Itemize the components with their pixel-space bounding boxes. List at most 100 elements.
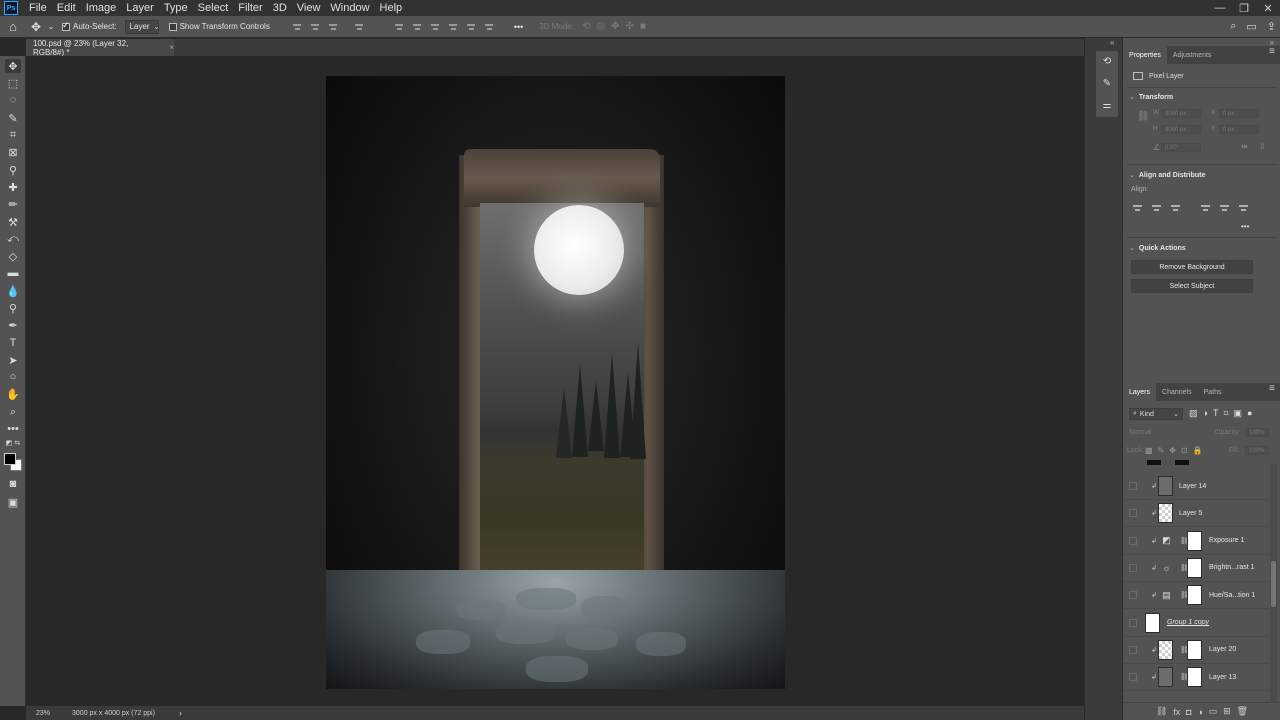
pan-3d-icon[interactable]: ✥ [611, 21, 619, 32]
document-tab[interactable]: 100.psd @ 23% (Layer 32, RGB/8#) * × [26, 39, 174, 57]
clone-stamp-tool-icon[interactable]: ⚒ [5, 215, 21, 229]
gradient-tool-icon[interactable]: ▬ [5, 266, 21, 280]
panel-menu-icon[interactable] [1269, 46, 1277, 59]
orbit-3d-icon[interactable]: ⟲ [582, 21, 590, 32]
slide-3d-icon[interactable]: ✣ [626, 21, 634, 32]
align-center-icon[interactable] [1152, 204, 1161, 213]
lasso-tool-icon[interactable]: ◌ [5, 93, 21, 107]
layer-name[interactable]: Hue/Sa...tion 1 [1209, 592, 1255, 599]
lock-position-icon[interactable]: ✥ [1169, 446, 1176, 455]
menu-image[interactable]: Image [81, 0, 122, 16]
move-tool-icon[interactable]: ✥ [5, 59, 21, 73]
visibility-toggle[interactable] [1129, 591, 1137, 600]
layer-mask-thumbnail[interactable] [1187, 639, 1202, 660]
zoom-tool-icon[interactable]: ⌕ [5, 405, 21, 419]
quick-actions-section-title[interactable]: Quick Actions [1129, 244, 1186, 252]
menu-window[interactable]: Window [325, 0, 374, 16]
eraser-tool-icon[interactable]: ◇ [5, 249, 21, 263]
lock-transparent-icon[interactable]: ▩ [1145, 446, 1153, 455]
path-selection-tool-icon[interactable]: ➤ [5, 353, 21, 367]
layer-style-icon[interactable]: fx [1173, 707, 1180, 717]
layer-name[interactable]: Layer 5 [1179, 510, 1202, 517]
align-right-icon[interactable] [1171, 204, 1180, 213]
angle-field[interactable]: 0.00° [1161, 143, 1201, 152]
remove-background-button[interactable]: Remove Background [1131, 260, 1253, 274]
more-align-options-icon[interactable]: ••• [1241, 222, 1249, 231]
filter-smart-object-icon[interactable]: ▣ [1234, 408, 1243, 419]
x-field[interactable]: 0 px [1219, 109, 1259, 118]
menu-filter[interactable]: Filter [233, 0, 267, 16]
menu-type[interactable]: Type [159, 0, 193, 16]
layer-row[interactable]: ↲ ⛓ Layer 13 [1123, 664, 1269, 692]
align-right-edges-icon[interactable] [328, 22, 338, 32]
show-transform-checkbox[interactable] [168, 22, 177, 31]
share-icon[interactable]: ⇪ [1267, 20, 1276, 33]
screen-mode-icon[interactable]: ▣ [5, 495, 21, 509]
select-subject-button[interactable]: Select Subject [1131, 279, 1253, 293]
delete-layer-icon[interactable]: 🗑 [1237, 706, 1248, 717]
scale-3d-icon[interactable]: ■ [640, 21, 646, 32]
layer-mask-thumbnail[interactable] [1187, 667, 1202, 688]
tab-channels[interactable]: Channels [1156, 383, 1198, 401]
tab-adjustments[interactable]: Adjustments [1167, 46, 1218, 64]
layer-filter-select[interactable]: ⌕ Kind ⌄ [1129, 408, 1183, 420]
layer-row[interactable]: Group 1 copy [1123, 610, 1269, 637]
menu-edit[interactable]: Edit [52, 0, 81, 16]
filter-adjustment-icon[interactable]: ◑ [1203, 408, 1208, 419]
layer-name[interactable]: Layer 14 [1179, 483, 1206, 490]
lock-image-icon[interactable]: ✎ [1158, 446, 1165, 455]
frame-tool-icon[interactable]: ⊠ [5, 145, 21, 159]
layer-mask-thumbnail[interactable] [1187, 530, 1202, 551]
layer-name[interactable]: Layer 13 [1209, 674, 1236, 681]
quick-selection-tool-icon[interactable]: ✎ [5, 111, 21, 125]
filter-pixel-icon[interactable]: ▨ [1189, 408, 1198, 419]
flip-horizontal-icon[interactable]: ⇹ [1241, 142, 1248, 151]
align-left-icon[interactable] [1133, 204, 1142, 213]
distribute-right-icon[interactable] [484, 22, 494, 32]
menu-help[interactable]: Help [375, 0, 408, 16]
workspace-icon[interactable]: ▭ [1246, 20, 1256, 33]
blur-tool-icon[interactable]: 💧 [5, 284, 21, 298]
auto-select-target-select[interactable]: Layer ⌄ [124, 19, 159, 34]
layer-name[interactable]: Brightn...rast 1 [1209, 564, 1255, 571]
new-group-icon[interactable]: ▭ [1209, 706, 1218, 717]
close-tab-icon[interactable]: × [169, 43, 174, 52]
brush-tool-icon[interactable]: ✏ [5, 197, 21, 211]
height-field[interactable]: 4000 px [1161, 125, 1201, 134]
menu-file[interactable]: File [24, 0, 52, 16]
align-middle-icon[interactable] [1220, 204, 1229, 213]
transform-section-title[interactable]: Transform [1129, 93, 1173, 101]
history-brush-tool-icon[interactable]: ⤺ [5, 232, 21, 246]
zoom-level[interactable]: 23% [36, 710, 50, 717]
link-layers-icon[interactable]: ⛓ [1156, 706, 1167, 717]
default-colors-icon[interactable]: ◩ ⇆ [5, 439, 21, 447]
new-layer-icon[interactable]: ⊞ [1223, 706, 1231, 717]
distribute-center-icon[interactable] [466, 22, 476, 32]
layer-row[interactable]: ↲ ◩ ⛓ Exposure 1 [1123, 528, 1269, 555]
canvas-area[interactable] [26, 56, 1084, 706]
align-distribute-icon[interactable] [354, 22, 364, 32]
fill-field[interactable]: 100% [1245, 446, 1269, 455]
restore-icon[interactable]: ❐ [1232, 0, 1256, 16]
hand-tool-icon[interactable]: ✋ [5, 387, 21, 401]
layer-row[interactable]: ↲ Layer 14 [1123, 473, 1269, 500]
filter-toggle-icon[interactable]: ● [1247, 408, 1252, 419]
visibility-toggle[interactable] [1129, 618, 1137, 627]
menu-3d[interactable]: 3D [268, 0, 292, 16]
menu-select[interactable]: Select [193, 0, 234, 16]
layer-mask-thumbnail[interactable] [1187, 585, 1202, 606]
menu-view[interactable]: View [292, 0, 326, 16]
more-options-icon[interactable]: ••• [514, 22, 523, 32]
filter-shape-icon[interactable]: ⌗ [1223, 408, 1228, 419]
align-bottom-icon[interactable] [1239, 204, 1248, 213]
healing-brush-tool-icon[interactable]: ✚ [5, 180, 21, 194]
opacity-field[interactable]: 100% [1245, 428, 1269, 437]
adjustments-sliders-icon[interactable]: ⚌ [1099, 98, 1115, 112]
eyedropper-tool-icon[interactable]: ⚲ [5, 163, 21, 177]
history-panel-icon[interactable]: ⟲ [1099, 54, 1115, 68]
visibility-toggle[interactable] [1129, 482, 1137, 490]
align-bottom-edges-icon[interactable] [430, 22, 440, 32]
lock-all-icon[interactable]: 🔒 [1193, 446, 1203, 455]
move-tool-icon[interactable]: ✥ [26, 20, 46, 34]
menu-layer[interactable]: Layer [121, 0, 159, 16]
